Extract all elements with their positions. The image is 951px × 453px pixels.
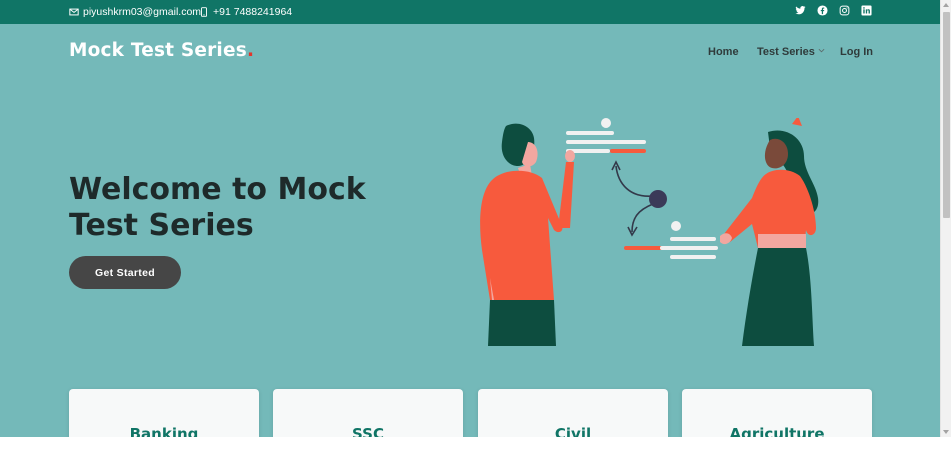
phone-text: +91 7488241964: [213, 6, 293, 18]
chevron-down-icon: [818, 48, 825, 53]
card-title: SSC: [352, 425, 384, 437]
card-title: Agriculture: [729, 425, 825, 437]
get-started-button[interactable]: Get Started: [69, 256, 181, 289]
linkedin-icon[interactable]: [861, 5, 872, 16]
card-banking[interactable]: Banking: [69, 389, 259, 437]
site-logo[interactable]: Mock Test Series.: [69, 40, 254, 61]
envelope-icon: [69, 8, 79, 16]
social-links: [795, 5, 872, 16]
facebook-icon[interactable]: [817, 5, 828, 16]
woman-figure: [720, 118, 819, 346]
instagram-icon[interactable]: [839, 5, 850, 16]
card-title: Banking: [129, 425, 199, 437]
hero-title: Welcome to Mock Test Series: [69, 172, 366, 243]
brand-dot: .: [246, 40, 255, 61]
card-ssc[interactable]: SSC: [273, 389, 463, 437]
email-contact[interactable]: piyushkrm03@gmail.com: [69, 6, 201, 18]
scroll-down-arrow[interactable]: [943, 430, 949, 434]
page: piyushkrm03@gmail.com +91 7488241964 Moc…: [0, 0, 940, 437]
scroll-up-arrow[interactable]: [943, 3, 949, 7]
phone-contact[interactable]: +91 7488241964: [199, 6, 292, 18]
brand-name: Mock Test Series: [69, 40, 247, 61]
vertical-scrollbar[interactable]: [940, 0, 951, 437]
email-text: piyushkrm03@gmail.com: [83, 6, 202, 18]
nav-test-series[interactable]: Test Series: [757, 46, 825, 58]
card-title: Civil: [554, 425, 592, 437]
nav-login[interactable]: Log In: [840, 46, 873, 58]
nav-home[interactable]: Home: [708, 46, 739, 58]
progress-lines-bottom: [624, 221, 718, 259]
nav-test-series-label: Test Series: [757, 46, 815, 58]
card-agriculture[interactable]: Agriculture: [682, 389, 872, 437]
scrollbar-thumb[interactable]: [943, 12, 950, 218]
progress-lines-top: [566, 118, 646, 153]
card-civil[interactable]: Civil: [478, 389, 668, 437]
twitter-icon[interactable]: [795, 5, 806, 16]
category-cards: Banking SSC Civil Agriculture: [69, 389, 872, 437]
hero-illustration: [480, 118, 819, 346]
bottom-strip: [0, 437, 951, 453]
exchange-arrows: [611, 160, 667, 237]
phone-icon: [201, 7, 207, 17]
man-figure: [480, 123, 575, 346]
top-bar: piyushkrm03@gmail.com +91 7488241964: [0, 0, 940, 24]
